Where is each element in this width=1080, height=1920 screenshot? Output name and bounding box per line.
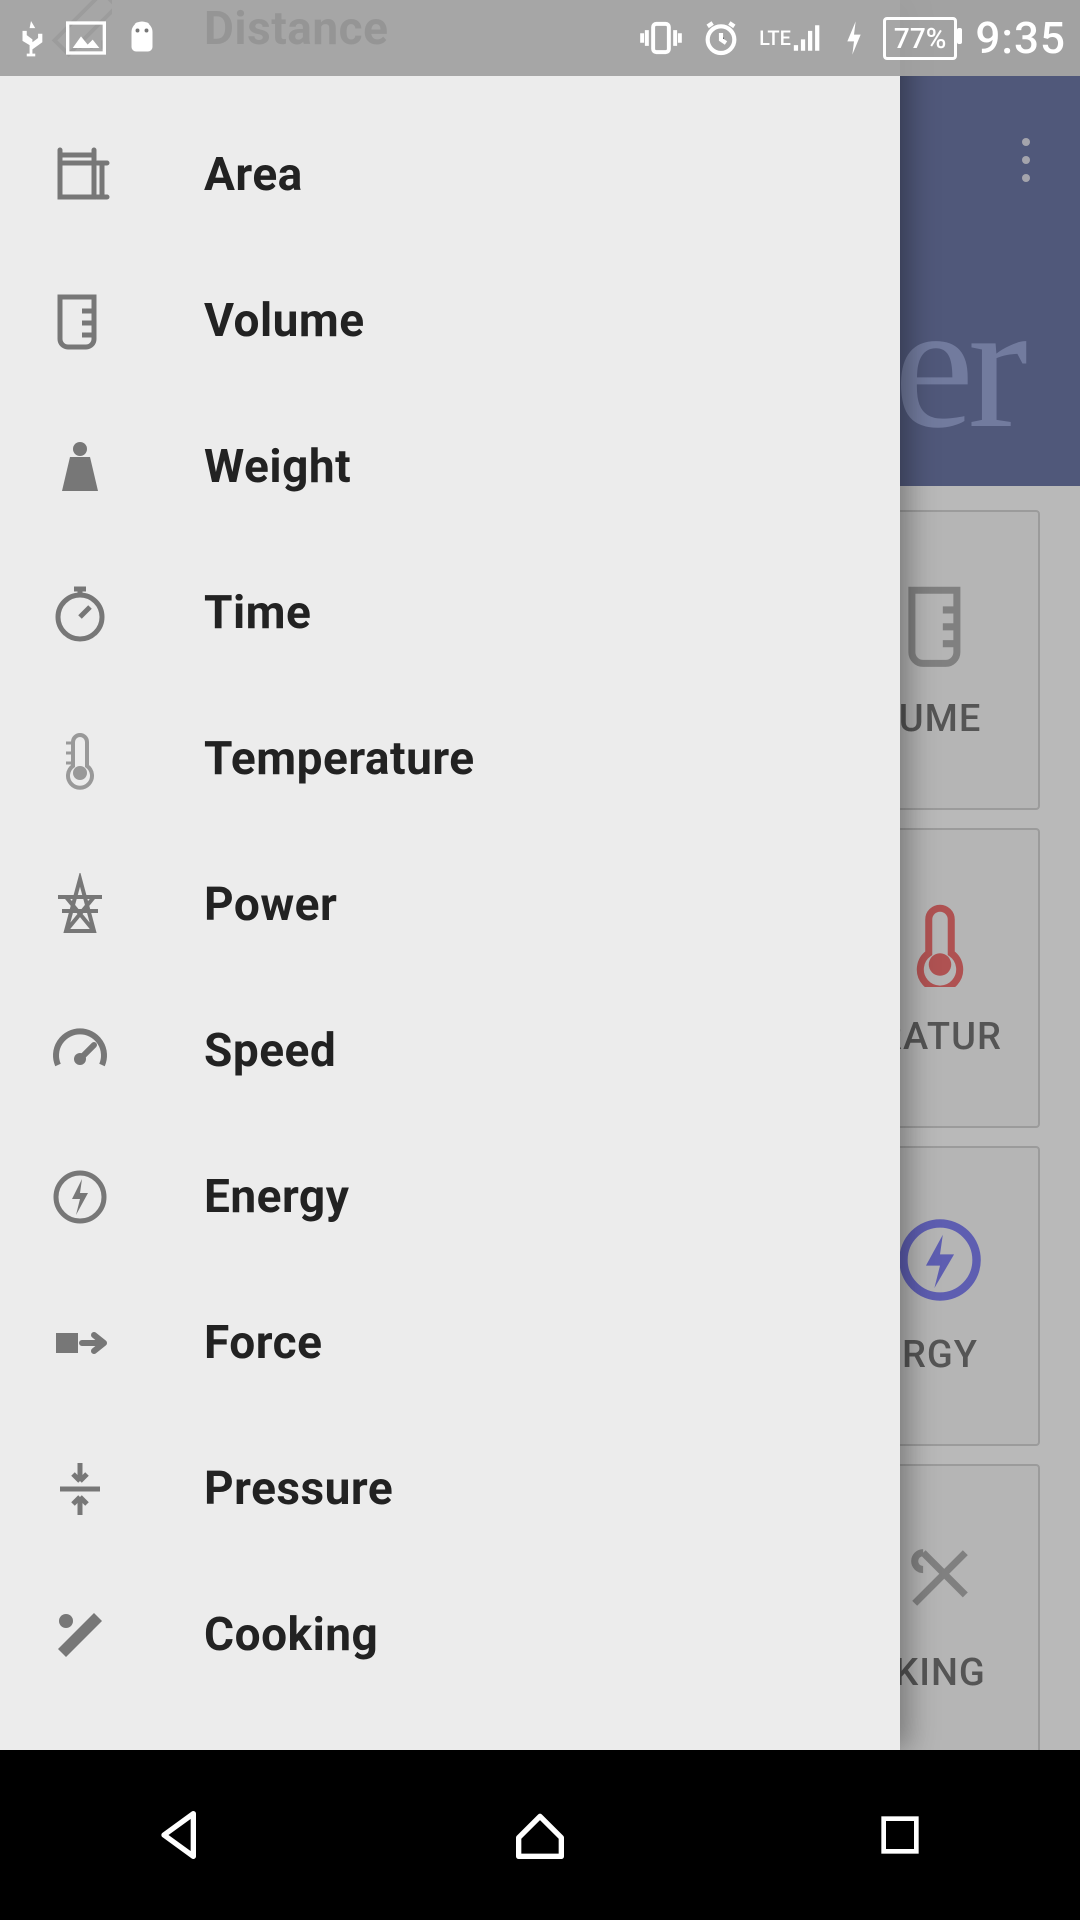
drawer-item-label: Volume bbox=[204, 294, 365, 348]
image-icon bbox=[66, 20, 106, 56]
drawer-item-volume[interactable]: Volume bbox=[0, 248, 900, 394]
drawer-item-label: Pressure bbox=[204, 1462, 393, 1516]
thermometer-icon bbox=[895, 897, 985, 987]
drawer-item-power[interactable]: Power bbox=[0, 832, 900, 978]
bolt-circle-icon bbox=[895, 1215, 985, 1305]
drawer-item-cooking[interactable]: Cooking bbox=[0, 1562, 900, 1708]
drawer-item-label: Speed bbox=[204, 1024, 336, 1078]
battery-indicator: 77% bbox=[883, 17, 957, 60]
tile-label: UME bbox=[899, 697, 982, 741]
navigation-drawer: Distance Area Volume Weight bbox=[0, 0, 900, 1750]
tile-label: KING bbox=[894, 1651, 986, 1695]
drawer-item-label: Temperature bbox=[204, 732, 475, 786]
speedometer-icon bbox=[44, 1015, 116, 1087]
drawer-item-speed[interactable]: Speed bbox=[0, 978, 900, 1124]
status-clock: 9:35 bbox=[975, 12, 1066, 64]
usb-icon bbox=[14, 18, 48, 58]
back-button[interactable] bbox=[132, 1787, 228, 1883]
drawer-item-label: Weight bbox=[204, 440, 351, 494]
drawer-item-pressure[interactable]: Pressure bbox=[0, 1416, 900, 1562]
drawer-item-label: Power bbox=[204, 878, 337, 932]
cooking-icon bbox=[895, 1533, 985, 1623]
android-debug-icon bbox=[124, 17, 160, 59]
recents-button[interactable] bbox=[852, 1787, 948, 1883]
status-bar: LTE 77% 9:35 bbox=[0, 0, 1080, 76]
system-nav-bar bbox=[0, 1750, 1080, 1920]
drawer-item-area[interactable]: Area bbox=[0, 102, 900, 248]
bolt-circle-icon bbox=[44, 1161, 116, 1233]
pylon-icon bbox=[44, 869, 116, 941]
battery-text: 77% bbox=[894, 22, 946, 55]
drawer-item-force[interactable]: Force bbox=[0, 1270, 900, 1416]
thermometer-icon bbox=[44, 723, 116, 795]
alarm-icon bbox=[701, 18, 741, 58]
home-button[interactable] bbox=[492, 1787, 588, 1883]
network-type-label: LTE bbox=[759, 25, 825, 51]
drawer-item-time[interactable]: Time bbox=[0, 540, 900, 686]
lte-text: LTE bbox=[759, 29, 791, 47]
weight-icon bbox=[44, 431, 116, 503]
drawer-item-label: Force bbox=[204, 1316, 322, 1370]
drawer-item-weight[interactable]: Weight bbox=[0, 394, 900, 540]
pressure-icon bbox=[44, 1453, 116, 1525]
drawer-item-fuel[interactable]: Fuel bbox=[0, 1708, 900, 1750]
drawer-item-label: Area bbox=[204, 148, 303, 202]
drawer-list[interactable]: Distance Area Volume Weight bbox=[0, 0, 900, 1750]
beaker-icon bbox=[895, 579, 985, 669]
drawer-item-temperature[interactable]: Temperature bbox=[0, 686, 900, 832]
force-icon bbox=[44, 1307, 116, 1379]
beaker-icon bbox=[44, 285, 116, 357]
drawer-item-energy[interactable]: Energy bbox=[0, 1124, 900, 1270]
overflow-menu-button[interactable] bbox=[1002, 136, 1050, 184]
charging-icon bbox=[843, 18, 865, 58]
drawer-item-label: Cooking bbox=[204, 1608, 378, 1662]
stopwatch-icon bbox=[44, 577, 116, 649]
drawer-item-label: Time bbox=[204, 586, 311, 640]
drawer-item-label: Energy bbox=[204, 1170, 349, 1224]
vibrate-icon bbox=[639, 18, 683, 58]
area-icon bbox=[44, 139, 116, 211]
cooking-icon bbox=[44, 1599, 116, 1671]
tile-label: RGY bbox=[902, 1333, 978, 1377]
